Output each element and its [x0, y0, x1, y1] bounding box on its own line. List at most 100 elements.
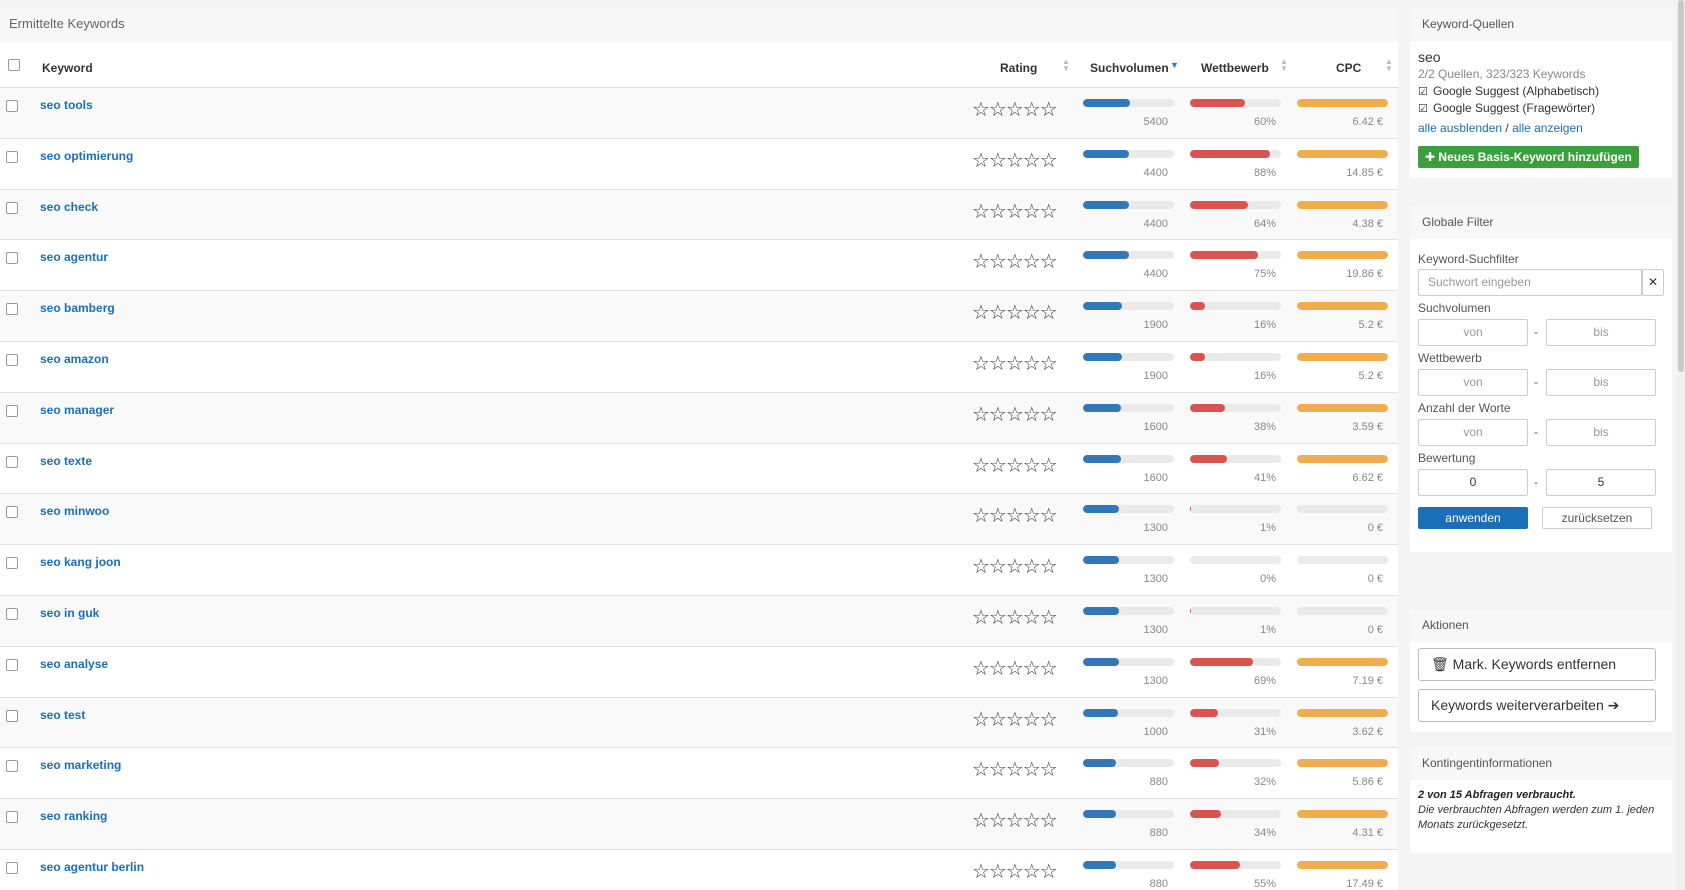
row-checkbox[interactable]	[6, 557, 18, 570]
cpc-bar-fill	[1297, 251, 1388, 260]
row-checkbox[interactable]	[6, 353, 18, 366]
hide-all-link[interactable]: alle ausblenden	[1418, 121, 1502, 135]
rating-stars-icon[interactable]: ☆☆☆☆☆	[972, 100, 1058, 120]
show-all-link[interactable]: alle anzeigen	[1512, 121, 1583, 135]
rating-stars-icon[interactable]: ☆☆☆☆☆	[972, 811, 1058, 831]
words-from-input[interactable]: von	[1418, 419, 1528, 446]
search-input[interactable]: Suchwort eingeben	[1418, 269, 1642, 296]
cpc-bar-fill	[1297, 454, 1388, 463]
col-keyword[interactable]: Keyword	[42, 61, 93, 75]
cpc-bar	[1297, 200, 1388, 209]
row-checkbox[interactable]	[6, 303, 18, 316]
volume-bar-fill	[1083, 200, 1129, 209]
row-checkbox[interactable]	[6, 100, 18, 112]
competition-to-input[interactable]: bis	[1546, 369, 1656, 396]
row-checkbox[interactable]	[6, 760, 18, 773]
keyword-link[interactable]: seo test	[40, 708, 85, 722]
keyword-link[interactable]: seo in guk	[40, 606, 99, 620]
row-checkbox[interactable]	[6, 658, 18, 671]
volume-bar	[1083, 99, 1174, 107]
clear-icon[interactable]: ✕	[1642, 269, 1664, 296]
sort-icon[interactable]: ▲ ▼	[1062, 58, 1070, 73]
rating-stars-icon[interactable]: ☆☆☆☆☆	[972, 354, 1058, 374]
competition-bar	[1190, 810, 1281, 819]
competition-bar	[1190, 657, 1281, 666]
add-keyword-button[interactable]: ✚ Neues Basis-Keyword hinzufügen	[1418, 146, 1639, 168]
select-all-checkbox[interactable]	[8, 59, 20, 71]
keyword-link[interactable]: seo bamberg	[40, 301, 115, 315]
rating-stars-icon[interactable]: ☆☆☆☆☆	[972, 202, 1058, 222]
rating-stars-icon[interactable]: ☆☆☆☆☆	[972, 608, 1058, 628]
row-checkbox[interactable]	[6, 811, 18, 824]
keyword-link[interactable]: seo amazon	[40, 352, 109, 366]
sort-icon[interactable]: ▲ ▼	[1280, 58, 1288, 73]
keyword-link[interactable]: seo check	[40, 200, 98, 214]
keyword-link[interactable]: seo kang joon	[40, 555, 121, 569]
keyword-link[interactable]: seo minwoo	[40, 504, 109, 518]
reset-button[interactable]: zurücksetzen	[1542, 507, 1652, 529]
row-checkbox[interactable]	[6, 607, 18, 620]
checkbox-checked-icon[interactable]: ☑	[1418, 102, 1428, 115]
keyword-link[interactable]: seo optimierung	[40, 149, 133, 163]
cpc-value: 4.31 €	[1352, 827, 1383, 840]
sort-icon[interactable]: ▲ ▼	[1385, 58, 1393, 73]
keyword-link[interactable]: seo marketing	[40, 758, 121, 772]
checkbox-checked-icon[interactable]: ☑	[1418, 85, 1428, 98]
volume-bar-fill	[1083, 454, 1122, 463]
row-checkbox[interactable]	[6, 150, 18, 163]
rating-stars-icon[interactable]: ☆☆☆☆☆	[972, 710, 1058, 730]
col-volume[interactable]: Suchvolumen	[1090, 61, 1169, 75]
keyword-link[interactable]: seo agentur	[40, 250, 108, 264]
cpc-bar-fill	[1297, 403, 1388, 412]
row-checkbox[interactable]	[6, 861, 18, 874]
source-item[interactable]: ☑ Google Suggest (Alphabetisch)	[1418, 84, 1664, 98]
words-to-input[interactable]: bis	[1546, 419, 1656, 446]
row-checkbox[interactable]	[6, 201, 18, 214]
rating-stars-icon[interactable]: ☆☆☆☆☆	[972, 303, 1058, 323]
row-checkbox[interactable]	[6, 709, 18, 722]
cpc-bar-fill	[1297, 200, 1388, 209]
rating-stars-icon[interactable]: ☆☆☆☆☆	[972, 760, 1058, 780]
apply-button[interactable]: anwenden	[1418, 507, 1528, 529]
keyword-link[interactable]: seo agentur berlin	[40, 860, 144, 874]
volume-bar	[1083, 200, 1174, 209]
row-checkbox[interactable]	[6, 404, 18, 417]
volume-bar-fill	[1083, 606, 1120, 615]
remove-keywords-button[interactable]: 🗑 Mark. Keywords entfernen	[1418, 648, 1656, 681]
competition-bar	[1190, 556, 1281, 565]
table-row: seo manager ☆☆☆☆☆ 1600 38% 3.59 €	[0, 392, 1398, 444]
keyword-link[interactable]: seo ranking	[40, 809, 107, 823]
volume-from-input[interactable]: von	[1418, 319, 1528, 346]
rating-stars-icon[interactable]: ☆☆☆☆☆	[972, 252, 1058, 272]
volume-bar	[1083, 149, 1174, 158]
rating-stars-icon[interactable]: ☆☆☆☆☆	[972, 506, 1058, 526]
volume-bar	[1083, 606, 1174, 615]
volume-to-input[interactable]: bis	[1546, 319, 1656, 346]
volume-bar	[1083, 657, 1174, 666]
rating-stars-icon[interactable]: ☆☆☆☆☆	[972, 862, 1058, 882]
competition-from-input[interactable]: von	[1418, 369, 1528, 396]
process-keywords-button[interactable]: Keywords weiterverarbeiten ➔	[1418, 689, 1656, 722]
keyword-link[interactable]: seo tools	[40, 98, 93, 112]
row-checkbox[interactable]	[6, 252, 18, 265]
keyword-link[interactable]: seo manager	[40, 403, 114, 417]
source-item[interactable]: ☑ Google Suggest (Fragewörter)	[1418, 101, 1664, 115]
col-rating[interactable]: Rating	[1000, 61, 1037, 75]
rating-from-input[interactable]: 0	[1418, 469, 1528, 496]
rating-stars-icon[interactable]: ☆☆☆☆☆	[972, 151, 1058, 171]
rating-stars-icon[interactable]: ☆☆☆☆☆	[972, 405, 1058, 425]
keyword-link[interactable]: seo texte	[40, 454, 92, 468]
scrollbar-thumb[interactable]	[1678, 0, 1684, 372]
row-checkbox[interactable]	[6, 506, 18, 519]
row-checkbox[interactable]	[6, 455, 18, 468]
table-header: Keyword Rating ▲ ▼ Suchvolumen ▼ Wettbewe…	[0, 42, 1398, 88]
keyword-link[interactable]: seo analyse	[40, 657, 108, 671]
rating-stars-icon[interactable]: ☆☆☆☆☆	[972, 659, 1058, 679]
col-competition[interactable]: Wettbewerb	[1201, 61, 1269, 75]
rating-to-input[interactable]: 5	[1546, 469, 1656, 496]
col-cpc[interactable]: CPC	[1336, 61, 1361, 75]
table-row: seo ranking ☆☆☆☆☆ 880 34% 4.31 €	[0, 799, 1398, 850]
rating-stars-icon[interactable]: ☆☆☆☆☆	[972, 456, 1058, 476]
sort-desc-icon[interactable]: ▼	[1170, 61, 1179, 70]
rating-stars-icon[interactable]: ☆☆☆☆☆	[972, 557, 1058, 577]
